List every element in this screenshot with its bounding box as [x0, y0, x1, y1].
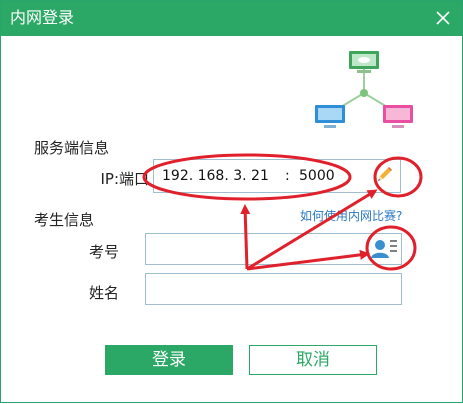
- ip-port-label: IP:端口: [100, 170, 149, 188]
- name-label: 姓名: [89, 284, 120, 302]
- title-bar: 内网登录: [1, 1, 462, 36]
- name-input[interactable]: [146, 274, 401, 304]
- port-value: 5000: [299, 168, 335, 184]
- network-illustration-icon: [315, 51, 413, 128]
- exam-id-label: 考号: [89, 243, 120, 261]
- exam-id-field[interactable]: [145, 233, 402, 265]
- ip-port-field[interactable]: 192. 168. 3. 21 : 5000: [153, 159, 401, 193]
- cancel-button[interactable]: 取消: [249, 345, 377, 375]
- login-dialog: 内网登录 服务端信息 IP:端口 192. 168. 3. 21 : 5000: [0, 0, 463, 403]
- ip-address-value: 192. 168. 3. 21: [162, 168, 269, 184]
- help-link[interactable]: 如何使用内网比赛?: [300, 207, 402, 224]
- exam-id-input[interactable]: [146, 234, 401, 264]
- examinee-section-label: 考生信息: [34, 211, 95, 229]
- login-button[interactable]: 登录: [105, 345, 233, 375]
- server-section-label: 服务端信息: [34, 139, 110, 157]
- pencil-icon[interactable]: [374, 165, 394, 185]
- user-card-icon[interactable]: [369, 235, 399, 261]
- name-field[interactable]: [145, 273, 402, 305]
- window-title: 内网登录: [10, 8, 75, 27]
- ip-port-separator: :: [285, 168, 290, 184]
- close-icon[interactable]: [432, 7, 454, 29]
